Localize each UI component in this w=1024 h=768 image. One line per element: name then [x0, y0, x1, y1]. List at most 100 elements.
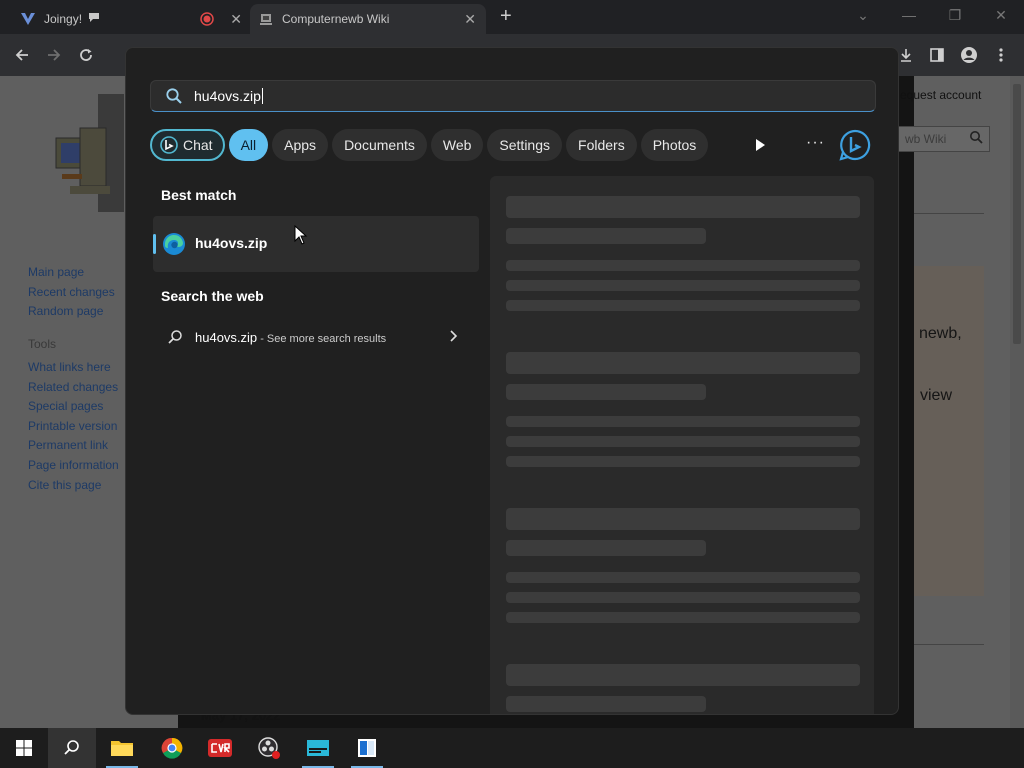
close-window-icon[interactable]: ✕ — [978, 0, 1024, 30]
filter-label: Chat — [183, 137, 213, 153]
tools-link[interactable]: Printable version — [28, 417, 119, 437]
browser-menu-icon[interactable] — [990, 44, 1012, 66]
close-tab-icon[interactable]: ✕ — [464, 11, 476, 28]
tab-computernewb-wiki[interactable]: Computernewb Wiki ✕ — [250, 4, 486, 34]
wiki-logo — [50, 86, 124, 212]
mouse-cursor-icon — [294, 224, 308, 245]
chat-bubble-icon — [88, 12, 100, 26]
loading-placeholder — [506, 196, 860, 218]
notepad-app-button[interactable] — [343, 728, 391, 768]
back-icon[interactable] — [11, 44, 33, 66]
terminal-app-button[interactable] — [294, 728, 342, 768]
recording-icon — [200, 12, 214, 29]
filter-photos-button[interactable]: Photos — [640, 129, 709, 161]
best-match-result[interactable]: hu4ovs.zip — [153, 216, 479, 272]
search-filter-bar: Chat All Apps Documents Web Settings Fol… — [150, 129, 712, 161]
more-options-button[interactable]: ··· — [806, 134, 825, 152]
filter-web-button[interactable]: Web — [430, 129, 484, 161]
tab-title: Joingy! — [44, 12, 83, 26]
loading-placeholder — [506, 280, 860, 291]
loading-placeholder — [506, 696, 706, 712]
chevron-right-icon — [447, 329, 459, 343]
loading-placeholder — [506, 436, 860, 447]
notice-box — [914, 266, 984, 596]
window-controls: ⌄ — ❐ ✕ — [840, 0, 1024, 34]
divider — [914, 213, 984, 214]
maximize-icon[interactable]: ❐ — [932, 0, 978, 30]
wiki-nav-links: Main page Recent changes Random page — [28, 263, 115, 322]
tools-link[interactable]: Special pages — [28, 397, 119, 417]
obs-button[interactable] — [245, 728, 293, 768]
tab-search-icon[interactable]: ⌄ — [840, 0, 886, 30]
wiki-tools-links: What links here Related changes Special … — [28, 358, 119, 495]
wiki-favicon-icon — [258, 11, 274, 27]
start-button[interactable] — [0, 728, 48, 768]
reload-icon[interactable] — [75, 44, 97, 66]
divider — [914, 644, 984, 645]
windows-icon — [16, 740, 32, 756]
forward-icon[interactable] — [43, 44, 65, 66]
loading-placeholder — [506, 508, 860, 530]
loading-placeholder — [506, 612, 860, 623]
content-snippet: view — [920, 387, 953, 404]
search-icon — [167, 329, 183, 345]
tools-link[interactable]: Cite this page — [28, 476, 119, 496]
loading-placeholder — [506, 416, 860, 427]
loading-placeholder — [506, 384, 706, 400]
nav-link[interactable]: Main page — [28, 263, 115, 283]
taskbar-search-button[interactable] — [48, 728, 96, 768]
search-input[interactable]: hu4ovs.zip — [150, 80, 876, 112]
filter-settings-button[interactable]: Settings — [487, 129, 563, 161]
filter-all-button[interactable]: All — [228, 129, 269, 161]
result-preview-pane — [490, 176, 874, 714]
tools-link[interactable]: What links here — [28, 358, 119, 378]
search-placeholder: wb Wiki — [905, 132, 947, 146]
nav-link[interactable]: Random page — [28, 302, 115, 322]
tab-joingy[interactable]: Joingy! ✕ — [20, 4, 242, 34]
joingy-favicon-icon — [20, 11, 36, 27]
tools-link[interactable]: Permanent link — [28, 436, 119, 456]
selection-indicator — [153, 234, 156, 254]
window-app-icon — [307, 740, 329, 756]
loading-placeholder — [506, 260, 860, 271]
cvr-icon — [208, 739, 232, 757]
side-panel-icon[interactable] — [926, 44, 948, 66]
profile-icon[interactable] — [958, 44, 980, 66]
search-query-text[interactable]: hu4ovs.zip — [194, 88, 263, 104]
start-search-flyout: hu4ovs.zip Chat All Apps Documents Web S… — [125, 47, 899, 715]
obs-icon — [258, 737, 280, 759]
tools-heading: Tools — [28, 337, 57, 351]
loading-placeholder — [506, 352, 860, 374]
loading-placeholder — [506, 664, 860, 686]
filter-apps-button[interactable]: Apps — [272, 129, 329, 161]
loading-placeholder — [506, 540, 706, 556]
app-icon — [358, 739, 376, 757]
request-account-link[interactable]: equest account — [900, 88, 981, 102]
search-icon — [64, 740, 79, 755]
file-explorer-button[interactable] — [98, 728, 146, 768]
loading-placeholder — [506, 228, 706, 244]
nav-link[interactable]: Recent changes — [28, 283, 115, 303]
tools-link[interactable]: Page information — [28, 456, 119, 476]
page-scrollbar[interactable] — [1010, 76, 1024, 728]
tools-link[interactable]: Related changes — [28, 378, 119, 398]
search-icon — [165, 87, 183, 105]
bing-icon[interactable] — [838, 128, 872, 162]
wiki-search-input[interactable]: wb Wiki — [898, 126, 990, 152]
play-icon[interactable] — [752, 137, 768, 153]
close-tab-icon[interactable]: ✕ — [230, 11, 242, 28]
content-snippet: newb, — [919, 325, 962, 342]
best-match-label: hu4ovs.zip — [195, 235, 268, 251]
filter-chat-button[interactable]: Chat — [150, 129, 225, 161]
minimize-icon[interactable]: — — [886, 0, 932, 30]
filter-folders-button[interactable]: Folders — [566, 129, 637, 161]
cvr-app-button[interactable] — [196, 728, 244, 768]
best-match-heading: Best match — [161, 187, 237, 203]
search-icon[interactable] — [969, 130, 983, 147]
chrome-button[interactable] — [148, 728, 196, 768]
loading-placeholder — [506, 592, 860, 603]
web-search-result[interactable]: hu4ovs.zip - See more search results — [153, 319, 479, 355]
folder-icon — [111, 741, 133, 756]
new-tab-button[interactable]: + — [500, 6, 512, 26]
filter-documents-button[interactable]: Documents — [332, 129, 427, 161]
